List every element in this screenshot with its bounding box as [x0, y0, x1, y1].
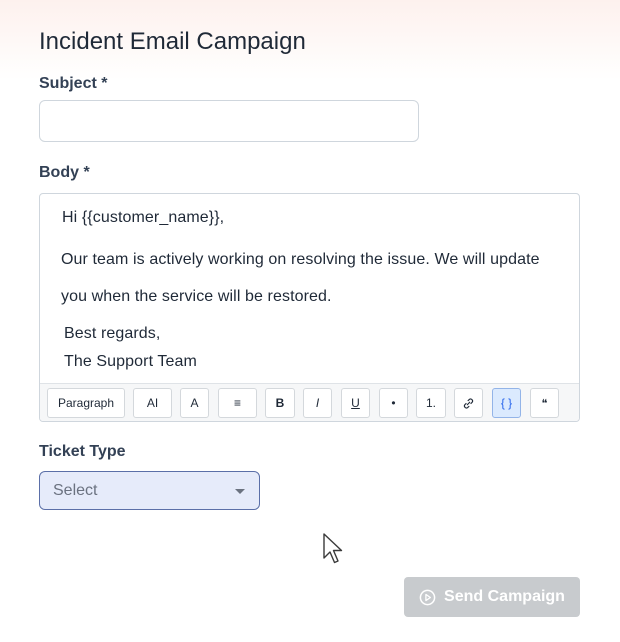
font-color-button[interactable]: A	[180, 388, 209, 418]
editor-toolbar: Paragraph AI A ≡ B I U • 1. { } ❝	[40, 383, 579, 421]
page-title: Incident Email Campaign	[39, 28, 306, 55]
body-line-greeting: Hi {{customer_name}},	[62, 209, 225, 226]
play-circle-icon	[419, 589, 436, 605]
mouse-cursor-icon	[323, 533, 343, 564]
ticket-type-value: Select	[53, 481, 98, 499]
send-campaign-label: Send Campaign	[444, 588, 565, 605]
italic-button[interactable]: I	[303, 388, 332, 418]
ai-button[interactable]: AI	[133, 388, 172, 418]
subject-label: Subject *	[39, 75, 108, 92]
body-line-message-1: Our team is actively working on resolvin…	[61, 251, 540, 268]
link-icon	[463, 397, 474, 409]
body-line-signoff: Best regards,	[64, 325, 161, 342]
bold-button[interactable]: B	[265, 388, 295, 418]
body-editor[interactable]: Hi {{customer_name}}, Our team is active…	[39, 193, 580, 422]
editor-content[interactable]: Hi {{customer_name}}, Our team is active…	[40, 194, 579, 383]
ticket-type-select[interactable]: Select	[39, 471, 260, 510]
align-button[interactable]: ≡	[218, 388, 257, 418]
variable-button[interactable]: { }	[492, 388, 521, 418]
subject-input[interactable]	[39, 100, 419, 142]
body-label: Body *	[39, 164, 90, 181]
chevron-down-icon	[235, 489, 245, 494]
underline-button[interactable]: U	[341, 388, 370, 418]
numbered-list-button[interactable]: 1.	[416, 388, 446, 418]
bullet-list-button[interactable]: •	[379, 388, 408, 418]
quote-button[interactable]: ❝	[530, 388, 559, 418]
ticket-type-label: Ticket Type	[39, 443, 126, 460]
paragraph-style-button[interactable]: Paragraph	[47, 388, 125, 418]
send-campaign-button[interactable]: Send Campaign	[404, 577, 580, 617]
body-line-message-2: you when the service will be restored.	[61, 288, 332, 305]
body-line-signature: The Support Team	[64, 353, 197, 370]
link-button[interactable]	[454, 388, 483, 418]
